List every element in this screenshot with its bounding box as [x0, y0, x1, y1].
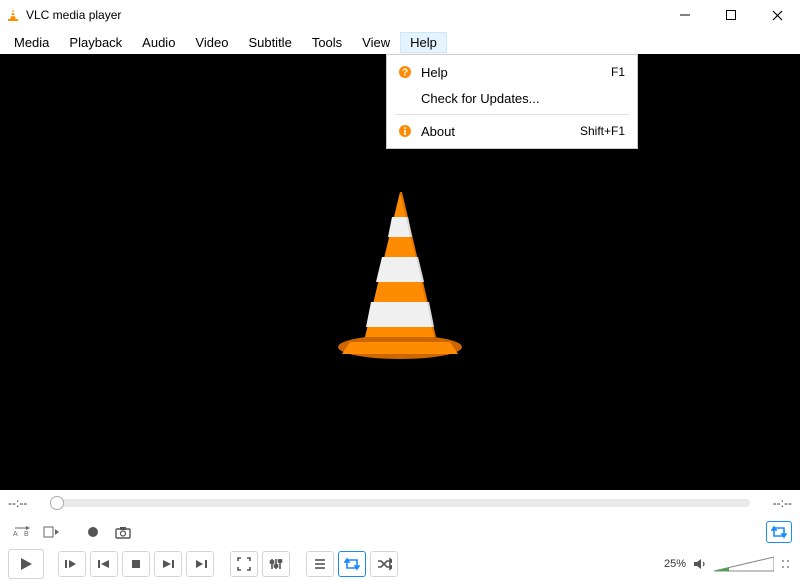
vlc-cone-logo — [320, 182, 480, 362]
svg-text:B: B — [24, 531, 29, 538]
minimize-button[interactable] — [662, 0, 708, 30]
volume-max-icon — [780, 557, 792, 571]
previous-button[interactable] — [90, 551, 118, 577]
frame-step-button[interactable] — [38, 521, 64, 543]
play-button[interactable] — [8, 549, 44, 579]
help-menu-updates[interactable]: Check for Updates... — [387, 85, 637, 111]
menubar: Media Playback Audio Video Subtitle Tool… — [0, 30, 800, 54]
menu-tools[interactable]: Tools — [302, 32, 352, 53]
help-menu-help[interactable]: ? Help F1 — [387, 59, 637, 85]
skip-forward-long-button[interactable] — [186, 551, 214, 577]
help-dropdown: ? Help F1 Check for Updates... About Shi… — [386, 54, 638, 149]
snapshot-button[interactable] — [110, 521, 136, 543]
menu-playback[interactable]: Playback — [59, 32, 132, 53]
info-circle-icon — [395, 124, 415, 138]
next-button[interactable] — [154, 551, 182, 577]
seek-row: --:-- --:-- — [0, 490, 800, 516]
help-menu-updates-label: Check for Updates... — [415, 91, 625, 106]
fullscreen-button[interactable] — [230, 551, 258, 577]
total-time: --:-- — [758, 496, 792, 510]
skip-back-long-button[interactable] — [58, 551, 86, 577]
record-button[interactable] — [80, 521, 106, 543]
close-button[interactable] — [754, 0, 800, 30]
shuffle-button[interactable] — [370, 551, 398, 577]
titlebar: VLC media player — [0, 0, 800, 30]
loop-button[interactable] — [338, 551, 366, 577]
elapsed-time: --:-- — [8, 496, 42, 510]
vlc-cone-icon — [6, 8, 20, 22]
speaker-icon[interactable] — [692, 557, 708, 571]
loop-setting-button[interactable] — [766, 521, 792, 543]
maximize-button[interactable] — [708, 0, 754, 30]
volume-slider[interactable] — [714, 555, 774, 573]
volume-percent: 25% — [664, 558, 686, 570]
menu-help[interactable]: Help — [400, 32, 447, 53]
video-area: ? Help F1 Check for Updates... About Shi… — [0, 54, 800, 490]
help-menu-help-shortcut: F1 — [611, 65, 625, 79]
svg-text:?: ? — [402, 68, 408, 79]
playlist-button[interactable] — [306, 551, 334, 577]
menu-media[interactable]: Media — [4, 32, 59, 53]
seek-slider[interactable] — [50, 499, 750, 507]
seek-knob[interactable] — [50, 496, 64, 510]
menu-video[interactable]: Video — [185, 32, 238, 53]
menu-audio[interactable]: Audio — [132, 32, 185, 53]
menu-subtitle[interactable]: Subtitle — [238, 32, 301, 53]
ab-loop-button[interactable]: AB — [8, 521, 34, 543]
help-menu-about-shortcut: Shift+F1 — [580, 124, 625, 138]
extended-settings-button[interactable] — [262, 551, 290, 577]
menu-view[interactable]: View — [352, 32, 400, 53]
help-menu-separator — [395, 114, 629, 115]
help-circle-icon: ? — [395, 65, 415, 79]
window-title: VLC media player — [26, 8, 121, 22]
help-menu-about-label: About — [415, 124, 580, 139]
stop-button[interactable] — [122, 551, 150, 577]
help-menu-help-label: Help — [415, 65, 611, 80]
help-menu-about[interactable]: About Shift+F1 — [387, 118, 637, 144]
svg-text:A: A — [13, 531, 18, 538]
controls: AB 25% — [0, 516, 800, 580]
